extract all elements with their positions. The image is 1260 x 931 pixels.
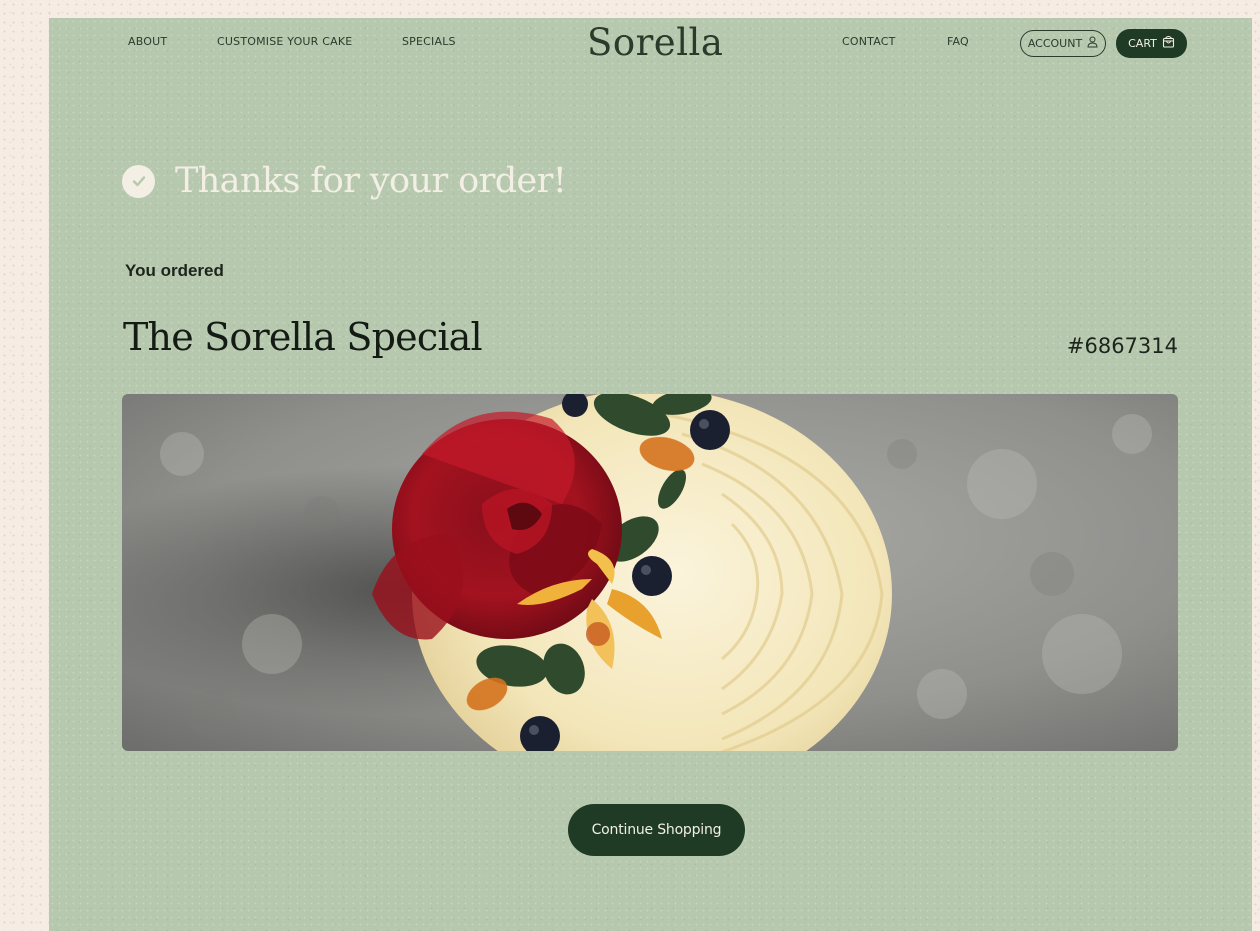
- check-circle-icon: [122, 164, 155, 198]
- nav-customise-your-cake[interactable]: CUSTOMISE YOUR CAKE: [217, 35, 352, 48]
- continue-shopping-button[interactable]: Continue Shopping: [568, 804, 745, 856]
- cart-label: CART: [1128, 37, 1157, 50]
- cake-photo: [122, 394, 1178, 751]
- confirmation-title: Thanks for your order!: [175, 161, 567, 201]
- nav-specials[interactable]: SPECIALS: [402, 35, 456, 48]
- brand-logo[interactable]: Sorella: [587, 20, 723, 66]
- product-name: The Sorella Special: [123, 315, 483, 359]
- main-panel: ABOUT CUSTOMISE YOUR CAKE SPECIALS Sorel…: [49, 18, 1252, 931]
- shopping-bag-icon: [1162, 35, 1175, 53]
- you-ordered-label: You ordered: [125, 261, 224, 280]
- account-button[interactable]: ACCOUNT: [1020, 30, 1106, 57]
- nav-about[interactable]: ABOUT: [128, 35, 167, 48]
- nav-faq[interactable]: FAQ: [947, 35, 969, 48]
- order-number: #6867314: [1066, 334, 1178, 358]
- user-icon: [1087, 35, 1098, 53]
- nav-contact[interactable]: CONTACT: [842, 35, 896, 48]
- order-confirmation: Thanks for your order!: [122, 158, 567, 204]
- account-label: ACCOUNT: [1027, 37, 1083, 50]
- cart-button[interactable]: CART: [1116, 29, 1187, 58]
